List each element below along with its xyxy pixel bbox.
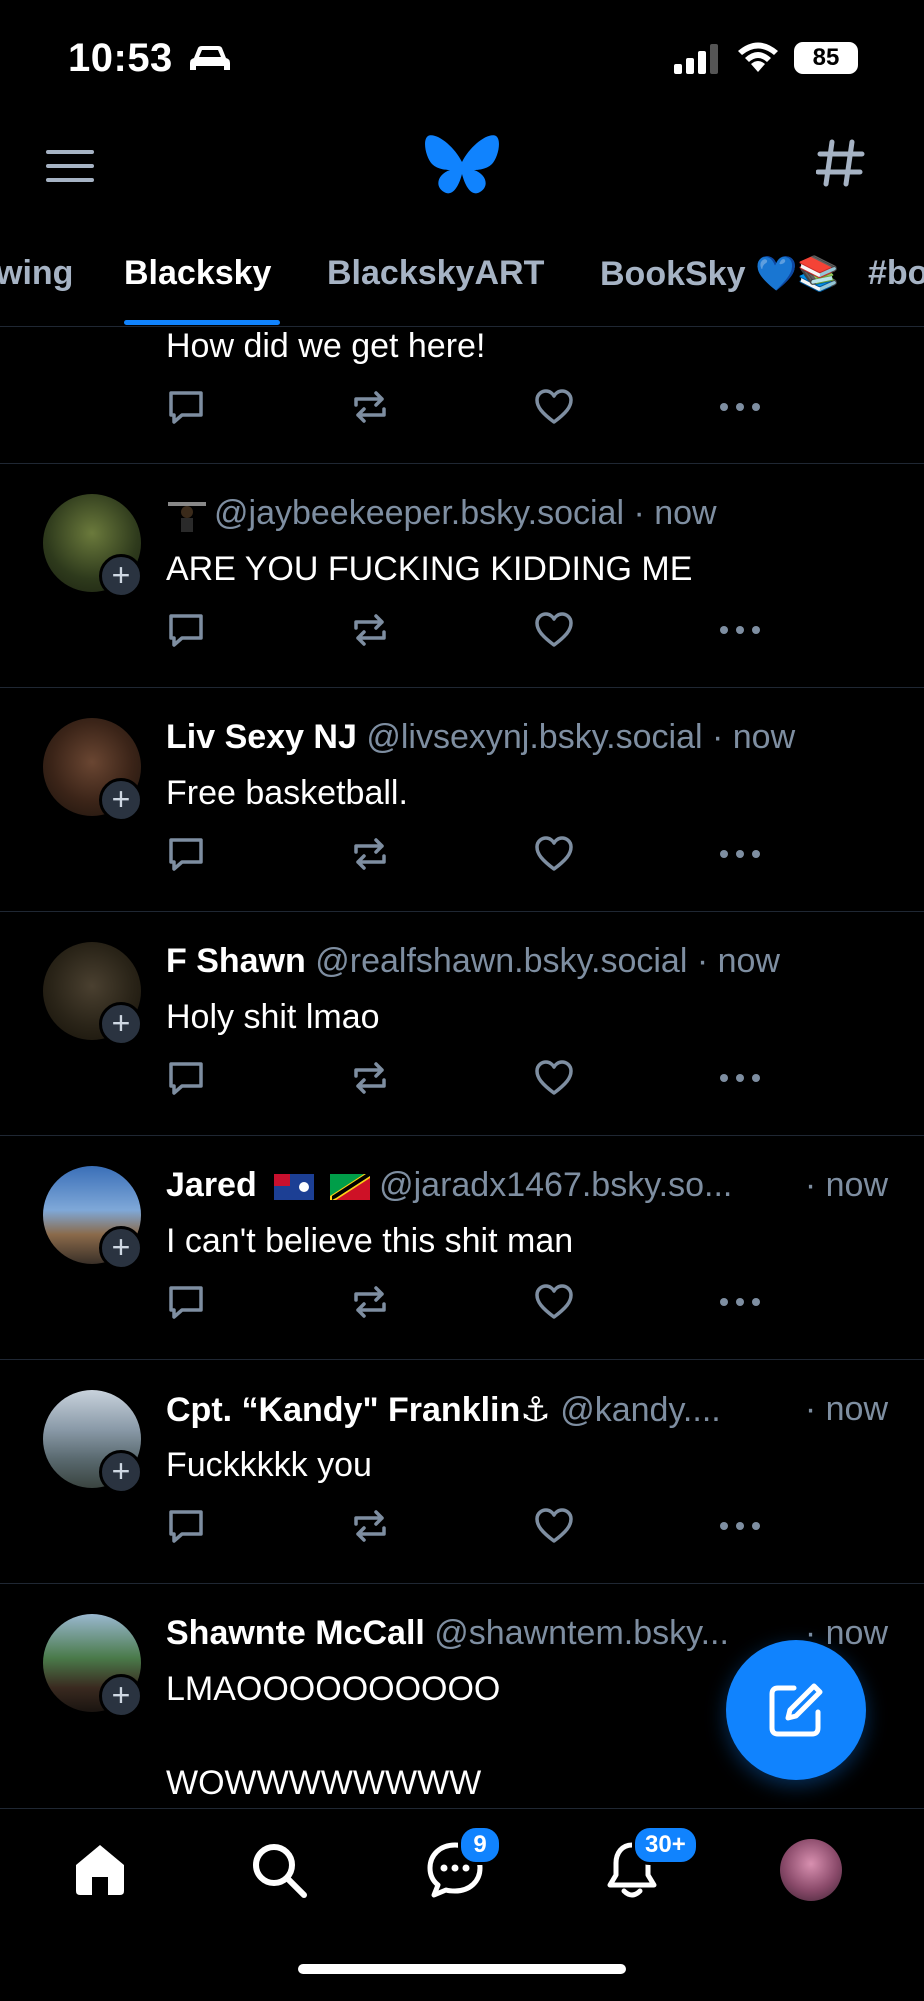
post-actions: [166, 1282, 766, 1322]
tab-blackskyart[interactable]: BlackskyART: [327, 254, 544, 293]
follow-plus-icon[interactable]: +: [99, 1002, 143, 1046]
status-bar: 10:53 85: [0, 0, 924, 110]
hashtag-icon[interactable]: [816, 138, 866, 188]
more-icon[interactable]: [718, 1506, 762, 1546]
menu-icon[interactable]: [46, 146, 96, 186]
compose-button[interactable]: [726, 1640, 866, 1780]
follow-plus-icon[interactable]: +: [99, 554, 143, 598]
tab-booksky[interactable]: BookSky 💙📚: [600, 254, 840, 294]
more-icon[interactable]: [718, 1282, 762, 1322]
feed-post[interactable]: + @jaybeekeeper.bsky.social · now ARE YO…: [0, 464, 924, 688]
like-icon[interactable]: [534, 1506, 574, 1546]
post-handle[interactable]: @livsexynj.bsky.social · now: [366, 718, 795, 756]
follow-plus-icon[interactable]: +: [99, 1674, 143, 1718]
reply-icon[interactable]: [166, 1282, 206, 1322]
active-tab-indicator: [124, 320, 280, 325]
post-actions: [166, 834, 766, 874]
butterfly-logo-icon[interactable]: [424, 132, 500, 200]
repost-icon[interactable]: [350, 387, 390, 427]
feed-tabs: wing Blacksky BlackskyART BookSky 💙📚 #bo: [0, 240, 924, 327]
app-header: [0, 120, 924, 220]
tab-bo[interactable]: #bo: [868, 254, 924, 293]
repost-icon[interactable]: [350, 1506, 390, 1546]
reply-icon[interactable]: [166, 834, 206, 874]
post-text: Free basketball.: [166, 774, 408, 812]
post-text-line-2: WOWWWWWWWW: [166, 1764, 482, 1802]
compose-icon: [769, 1683, 823, 1737]
reply-icon[interactable]: [166, 610, 206, 650]
follow-plus-icon[interactable]: +: [99, 778, 143, 822]
follow-plus-icon[interactable]: +: [99, 1226, 143, 1270]
st-kitts-flag-icon: [329, 1174, 370, 1201]
feed-post[interactable]: + Liv Sexy NJ @livsexynj.bsky.social · n…: [0, 688, 924, 912]
reply-icon[interactable]: [166, 1058, 206, 1098]
weightlifter-emoji-icon: [168, 502, 206, 533]
post-text: How did we get here!: [166, 327, 486, 365]
tab-following[interactable]: wing: [0, 254, 73, 293]
post-text: I can't believe this shit man: [166, 1222, 574, 1260]
post-handle[interactable]: @jaradx1467.bsky.so...: [379, 1166, 732, 1204]
post-text: LMAOOOOOOOOOO: [166, 1670, 501, 1708]
repost-icon[interactable]: [350, 834, 390, 874]
post-time: · now: [804, 1166, 888, 1204]
feed-post[interactable]: How did we get here!: [0, 327, 924, 464]
feed-post[interactable]: + F Shawn @realfshawn.bsky.social · now …: [0, 912, 924, 1136]
status-time: 10:53: [68, 36, 173, 80]
home-indicator: [298, 1964, 626, 1974]
feed-post[interactable]: + Cpt. “Kandy" Franklin⚓ @kandy.... · no…: [0, 1360, 924, 1584]
post-actions: [166, 1506, 766, 1546]
more-icon[interactable]: [718, 834, 762, 874]
repost-icon[interactable]: [350, 610, 390, 650]
battery-level: 85: [812, 44, 840, 71]
post-meta: Shawnte McCall @shawntem.bsky...: [166, 1614, 729, 1653]
like-icon[interactable]: [534, 610, 574, 650]
post-author[interactable]: Shawnte McCall: [166, 1614, 425, 1652]
post-handle[interactable]: @jaybeekeeper.bsky.social · now: [214, 494, 717, 532]
post-meta: Liv Sexy NJ @livsexynj.bsky.social · now: [166, 718, 795, 757]
post-text: Holy shit lmao: [166, 998, 380, 1036]
post-author[interactable]: Cpt. “Kandy" Franklin⚓: [166, 1391, 551, 1429]
feed-post[interactable]: + Jared @jaradx1467.bsky.so... · now I c…: [0, 1136, 924, 1360]
like-icon[interactable]: [534, 834, 574, 874]
post-handle[interactable]: @realfshawn.bsky.social · now: [315, 942, 780, 980]
signal-icon: [674, 44, 718, 74]
search-icon[interactable]: [250, 1841, 308, 1899]
post-handle[interactable]: @shawntem.bsky...: [434, 1614, 729, 1652]
post-handle[interactable]: @kandy....: [560, 1391, 721, 1429]
profile-avatar[interactable]: [780, 1839, 842, 1901]
anguilla-flag-icon: [274, 1174, 315, 1201]
post-text: Fuckkkkk you: [166, 1446, 372, 1484]
reply-icon[interactable]: [166, 387, 206, 427]
post-actions: [166, 1058, 766, 1098]
wifi-icon: [738, 42, 778, 72]
post-meta: F Shawn @realfshawn.bsky.social · now: [166, 942, 780, 981]
repost-icon[interactable]: [350, 1058, 390, 1098]
repost-icon[interactable]: [350, 1282, 390, 1322]
more-icon[interactable]: [718, 1058, 762, 1098]
follow-plus-icon[interactable]: +: [99, 1450, 143, 1494]
post-meta: @jaybeekeeper.bsky.social · now: [166, 494, 717, 534]
more-icon[interactable]: [718, 387, 762, 427]
home-icon[interactable]: [72, 1841, 128, 1897]
post-meta: Cpt. “Kandy" Franklin⚓ @kandy....: [166, 1390, 721, 1430]
messages-badge: 9: [458, 1825, 502, 1865]
notifications-badge: 30+: [632, 1825, 699, 1865]
like-icon[interactable]: [534, 1282, 574, 1322]
like-icon[interactable]: [534, 387, 574, 427]
car-icon: [190, 46, 230, 70]
post-author[interactable]: Liv Sexy NJ: [166, 718, 357, 756]
post-actions: [166, 610, 766, 650]
post-time: · now: [804, 1390, 888, 1428]
post-actions: [166, 387, 766, 427]
post-text: ARE YOU FUCKING KIDDING ME: [166, 550, 693, 588]
battery-indicator: 85: [794, 42, 858, 74]
reply-icon[interactable]: [166, 1506, 206, 1546]
like-icon[interactable]: [534, 1058, 574, 1098]
tab-blacksky[interactable]: Blacksky: [124, 254, 271, 293]
more-icon[interactable]: [718, 610, 762, 650]
post-meta: Jared @jaradx1467.bsky.so...: [166, 1166, 732, 1205]
post-author[interactable]: F Shawn: [166, 942, 306, 980]
post-author[interactable]: Jared: [166, 1166, 257, 1204]
